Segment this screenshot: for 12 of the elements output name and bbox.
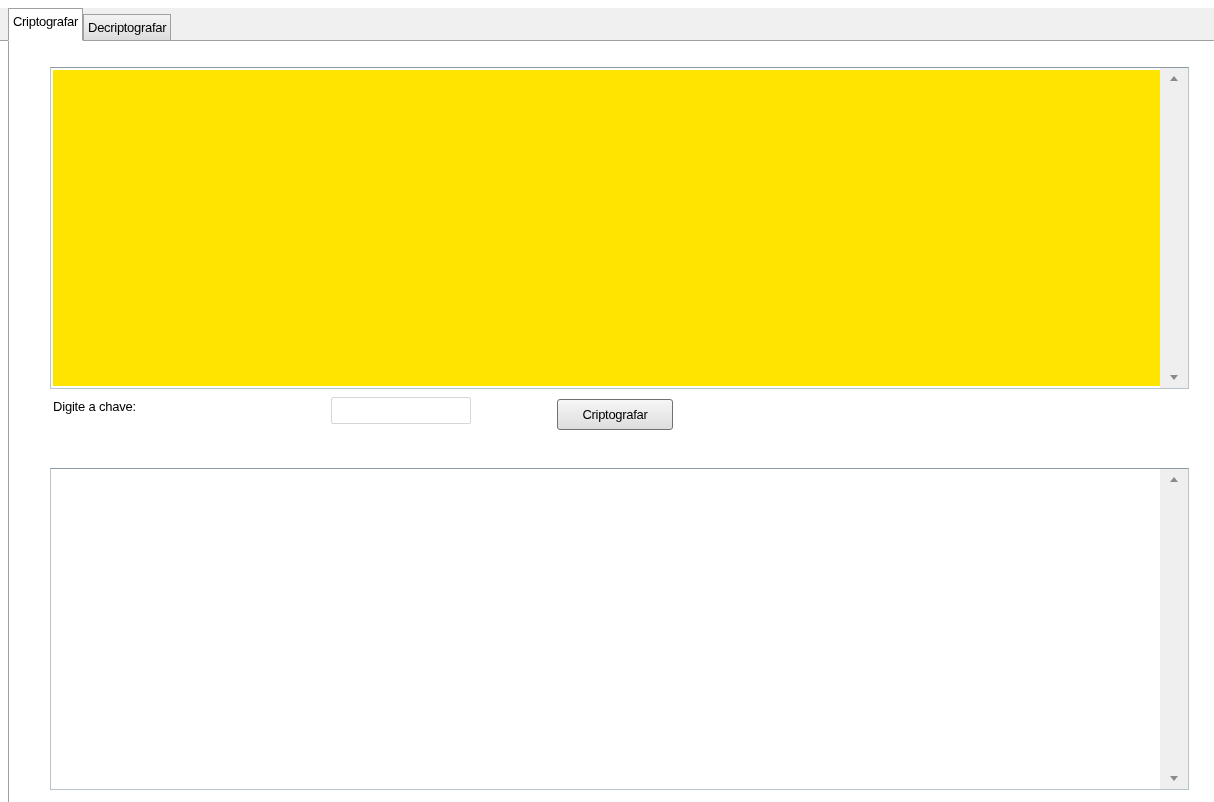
key-input-field[interactable]: [331, 397, 471, 424]
input-text-area[interactable]: [50, 67, 1189, 389]
scrollbar[interactable]: [1160, 68, 1188, 388]
scroll-up-icon[interactable]: [1170, 477, 1178, 482]
scrollbar[interactable]: [1160, 469, 1188, 789]
scroll-down-icon[interactable]: [1170, 776, 1178, 781]
encrypt-button[interactable]: Criptografar: [557, 399, 673, 430]
key-label: Digite a chave:: [53, 399, 137, 414]
tab[interactable]: Criptografar: [8, 8, 84, 41]
scroll-up-icon[interactable]: [1170, 76, 1178, 81]
scroll-down-icon[interactable]: [1170, 375, 1178, 380]
tab[interactable]: Decriptografar: [83, 14, 172, 40]
